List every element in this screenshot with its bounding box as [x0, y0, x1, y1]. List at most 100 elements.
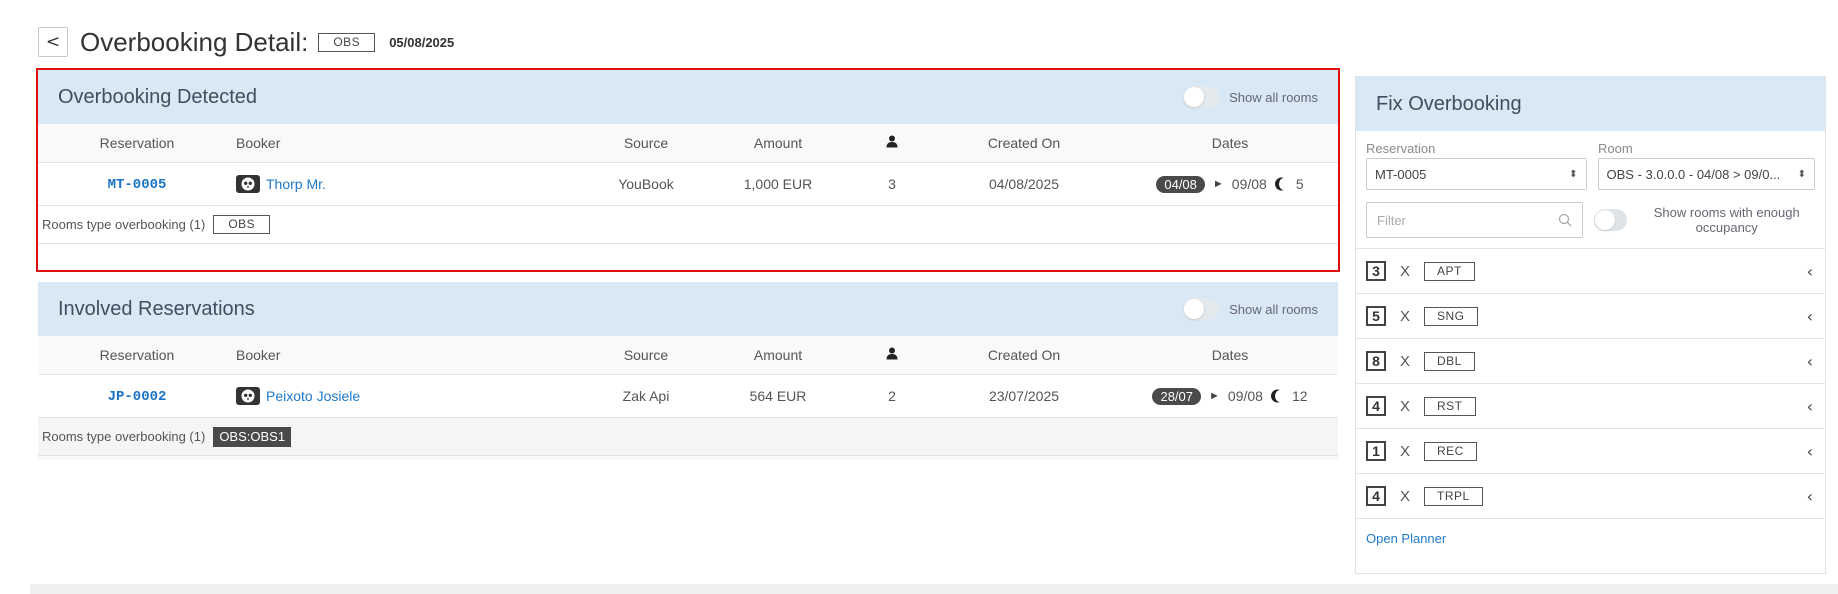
room-type-item-trpl[interactable]: 4 X TRPL ‹	[1356, 474, 1825, 519]
rooms-type-overbooking-label: Rooms type overbooking (1)	[42, 217, 206, 232]
date-to: 09/08	[1227, 388, 1263, 404]
chevron-left-icon: <	[45, 32, 61, 52]
dates-cell: 28/07 ► 09/08 12	[1152, 387, 1308, 405]
enough-occupancy-label: Show rooms with enough occupancy	[1653, 205, 1800, 235]
nights-count: 5	[1295, 176, 1304, 192]
source-cell: Zak Api	[622, 388, 670, 404]
filter-placeholder: Filter	[1377, 212, 1406, 228]
room-type-tag: RST	[1424, 396, 1476, 416]
booker-link[interactable]: Peixoto Josiele	[236, 386, 361, 405]
reservation-link[interactable]: MT-0005	[108, 177, 167, 193]
show-all-rooms-toggle[interactable]	[1183, 298, 1220, 320]
select-row: MT-0005 ⬍ OBS - 3.0.0.0 - 04/08 > 09/0..…	[1356, 156, 1825, 190]
room-select-value: OBS - 3.0.0.0 - 04/08 > 09/0...	[1606, 166, 1781, 182]
toggle-label: Show all rooms	[1229, 301, 1318, 317]
page-date: 05/08/2025	[389, 34, 455, 50]
chevron-left-icon[interactable]: ‹	[1807, 397, 1813, 416]
column-header[interactable]: Booker	[236, 135, 594, 151]
booker-name: Thorp Mr.	[266, 175, 326, 192]
times-label: X	[1400, 307, 1411, 325]
show-all-rooms-toggle[interactable]	[1183, 86, 1220, 108]
room-type-item-dbl[interactable]: 8 X DBL ‹	[1356, 339, 1825, 384]
filter-input[interactable]: Filter	[1366, 202, 1584, 238]
column-header[interactable]: Amount	[698, 347, 858, 363]
booker-link[interactable]: Thorp Mr.	[236, 174, 326, 193]
skull-icon	[236, 386, 260, 405]
times-label: X	[1400, 487, 1411, 505]
room-count: 3	[1366, 261, 1386, 281]
page-header: < Overbooking Detail: OBS 05/08/2025	[38, 26, 454, 58]
room-select[interactable]: OBS - 3.0.0.0 - 04/08 > 09/0... ⬍	[1597, 158, 1815, 190]
column-header[interactable]: Dates	[1122, 135, 1338, 151]
show-all-rooms-toggle-wrap: Show all rooms	[1183, 298, 1318, 320]
room-type-tag: SNG	[1424, 306, 1478, 326]
panel-title: Overbooking Detected	[58, 85, 258, 108]
table-row[interactable]: MT-0005 Thorp Mr. YouBook 1,000 EUR 3 04…	[38, 163, 1338, 206]
reservation-select[interactable]: MT-0005 ⬍	[1366, 158, 1587, 190]
table-header: Reservation Booker Source Amount Created…	[38, 124, 1338, 163]
guests-cell: 3	[888, 176, 896, 192]
skull-icon	[236, 174, 260, 193]
arrow-right-icon: ►	[1212, 178, 1224, 190]
room-type-tag: OBS	[213, 215, 271, 234]
field-labels: Reservation Room	[1356, 131, 1825, 156]
search-icon	[1558, 213, 1572, 227]
involved-reservations-header: Involved Reservations Show all rooms	[38, 282, 1338, 336]
updown-icon: ⬍	[1797, 168, 1806, 180]
column-header[interactable]: Amount	[698, 135, 858, 151]
column-header[interactable]: Created On	[926, 135, 1122, 151]
chevron-left-icon[interactable]: ‹	[1807, 352, 1813, 371]
times-label: X	[1400, 442, 1411, 460]
room-count: 4	[1366, 396, 1386, 416]
guests-column-header[interactable]	[858, 347, 926, 363]
column-header[interactable]: Source	[594, 135, 698, 151]
amount-cell: 564 EUR	[749, 388, 807, 404]
booker-name: Peixoto Josiele	[266, 387, 361, 404]
date-to: 09/08	[1231, 176, 1267, 192]
reservation-select-value: MT-0005	[1375, 166, 1427, 182]
panel-title: Involved Reservations	[58, 297, 255, 320]
chevron-left-icon[interactable]: ‹	[1807, 307, 1813, 326]
dates-cell: 04/08 ► 09/08 5	[1156, 175, 1304, 193]
table-row[interactable]: JP-0002 Peixoto Josiele Zak Api 564 EUR …	[38, 375, 1338, 418]
chevron-left-icon[interactable]: ‹	[1807, 442, 1813, 461]
room-type-tag: OBS	[318, 32, 376, 52]
column-header[interactable]: Reservation	[38, 347, 236, 363]
created-on-cell: 04/08/2025	[988, 176, 1060, 192]
created-on-cell: 23/07/2025	[988, 388, 1060, 404]
show-all-rooms-toggle-wrap: Show all rooms	[1183, 86, 1318, 108]
open-planner-link[interactable]: Open Planner	[1356, 519, 1825, 558]
room-type-tag: OBS:OBS1	[213, 426, 292, 447]
column-header[interactable]: Reservation	[38, 135, 236, 151]
reservation-label: Reservation	[1366, 141, 1436, 156]
times-label: X	[1400, 262, 1411, 280]
column-header[interactable]: Dates	[1122, 347, 1338, 363]
column-header[interactable]: Created On	[926, 347, 1122, 363]
times-label: X	[1400, 397, 1411, 415]
rooms-type-overbooking-row: Rooms type overbooking (1) OBS	[38, 206, 1338, 244]
enough-occupancy-toggle[interactable]	[1594, 209, 1628, 231]
times-label: X	[1400, 352, 1411, 370]
room-type-item-sng[interactable]: 5 X SNG ‹	[1356, 294, 1825, 339]
column-header[interactable]: Booker	[236, 347, 594, 363]
moon-icon	[1270, 389, 1284, 403]
guests-column-header[interactable]	[858, 135, 926, 151]
room-type-tag: APT	[1424, 261, 1475, 281]
chevron-left-icon[interactable]: ‹	[1807, 262, 1813, 281]
page-title: Overbooking Detail:	[80, 26, 309, 57]
date-from-pill: 04/08	[1156, 175, 1205, 193]
room-type-item-rst[interactable]: 4 X RST ‹	[1356, 384, 1825, 429]
source-cell: YouBook	[618, 176, 674, 192]
moon-icon	[1274, 177, 1288, 191]
room-type-item-apt[interactable]: 3 X APT ‹	[1356, 249, 1825, 294]
reservation-link[interactable]: JP-0002	[108, 389, 167, 405]
room-type-item-rec[interactable]: 1 X REC ‹	[1356, 429, 1825, 474]
filter-row: Filter Show rooms with enough occupancy	[1356, 190, 1825, 238]
overbooking-detected-panel: Overbooking Detected Show all rooms Rese…	[38, 70, 1338, 270]
back-button[interactable]: <	[38, 27, 68, 57]
room-type-tag: REC	[1424, 441, 1477, 461]
chevron-left-icon[interactable]: ‹	[1807, 487, 1813, 506]
column-header[interactable]: Source	[594, 347, 698, 363]
room-type-list: 3 X APT ‹ 5 X SNG ‹ 8 X DBL ‹ 4 X RST ‹ …	[1356, 248, 1825, 519]
person-icon	[886, 135, 898, 148]
